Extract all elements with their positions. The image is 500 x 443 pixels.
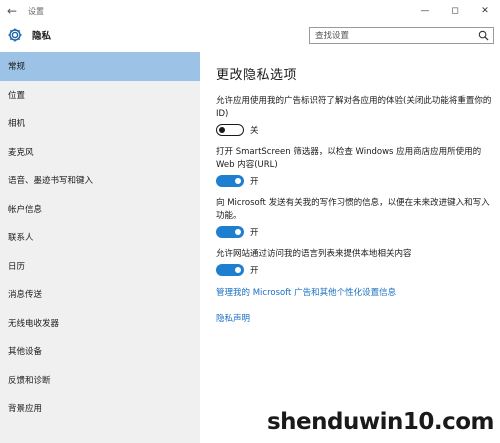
smartscreen-toggle[interactable]	[216, 175, 244, 187]
gear-icon	[6, 26, 24, 44]
manage-ads-link[interactable]: 管理我的 Microsoft 广告和其他个性化设置信息	[216, 286, 496, 298]
setting-description: 允许网站通过访问我的语言列表来提供本地相关内容	[216, 249, 412, 259]
privacy-statement-link[interactable]: 隐私声明	[216, 312, 496, 324]
sidebar-item-calendar[interactable]: 日历	[0, 252, 200, 281]
sidebar: 常规 位置 相机 麦克风 语音、墨迹书写和键入 帐户信息 联系人 日历 消息传送…	[0, 52, 200, 443]
sidebar-item-messaging[interactable]: 消息传送	[0, 280, 200, 309]
language-list-toggle[interactable]	[216, 264, 244, 276]
search-icon[interactable]	[478, 30, 489, 41]
sidebar-item-general[interactable]: 常规	[0, 52, 200, 81]
toggle-row: 开	[216, 264, 496, 276]
back-arrow-icon[interactable]: ←	[0, 0, 24, 22]
toggle-row: 开	[216, 226, 496, 238]
search-input[interactable]	[315, 30, 475, 41]
toggle-row: 开	[216, 175, 496, 187]
toggle-state-label: 关	[250, 126, 259, 136]
toggle-state-label: 开	[250, 228, 259, 238]
setting-description: 允许应用使用我的广告标识符了解对各应用的体验(关闭此功能将重置你的 ID)	[216, 96, 492, 119]
writing-info-toggle[interactable]	[216, 226, 244, 238]
sidebar-item-background-apps[interactable]: 背景应用	[0, 394, 200, 423]
search-box[interactable]	[309, 27, 494, 44]
sidebar-item-speech-inking-typing[interactable]: 语音、墨迹书写和键入	[0, 166, 200, 195]
maximize-icon[interactable]: ◻	[440, 0, 470, 22]
watermark: shenduwin10.com	[266, 409, 495, 435]
app-title: 设置	[28, 6, 44, 16]
toggle-knob	[219, 127, 225, 133]
toggle-knob	[235, 229, 241, 235]
setting-description: 向 Microsoft 发送有关我的写作习惯的信息，以便在未来改进键入和写入功能…	[216, 198, 490, 221]
sidebar-item-other-devices[interactable]: 其他设备	[0, 337, 200, 366]
sidebar-item-contacts[interactable]: 联系人	[0, 223, 200, 252]
toggle-row: 关	[216, 124, 496, 136]
title-bar: ← 设置 — ◻ ✕	[0, 0, 500, 22]
sidebar-item-microphone[interactable]: 麦克风	[0, 138, 200, 167]
toggle-knob	[235, 267, 241, 273]
advertising-id-toggle[interactable]	[216, 124, 244, 136]
minimize-icon[interactable]: —	[410, 0, 440, 22]
main-content: 更改隐私选项 允许应用使用我的广告标识符了解对各应用的体验(关闭此功能将重置你的…	[216, 64, 496, 324]
setting-smartscreen: 打开 SmartScreen 筛选器，以检查 Windows 应用商店应用所使用…	[216, 146, 496, 187]
page-title: 更改隐私选项	[216, 68, 298, 83]
setting-writing-info: 向 Microsoft 发送有关我的写作习惯的信息，以便在未来改进键入和写入功能…	[216, 197, 496, 238]
page-header: 隐私	[0, 22, 500, 48]
sidebar-item-account-info[interactable]: 帐户信息	[0, 195, 200, 224]
sidebar-item-feedback-diagnostics[interactable]: 反馈和诊断	[0, 366, 200, 395]
close-icon[interactable]: ✕	[470, 0, 500, 22]
sidebar-item-radios[interactable]: 无线电收发器	[0, 309, 200, 338]
section-title: 隐私	[32, 31, 52, 42]
setting-advertising-id: 允许应用使用我的广告标识符了解对各应用的体验(关闭此功能将重置你的 ID) 关	[216, 95, 496, 136]
toggle-state-label: 开	[250, 177, 259, 187]
sidebar-item-location[interactable]: 位置	[0, 81, 200, 110]
sidebar-item-camera[interactable]: 相机	[0, 109, 200, 138]
setting-language-list: 允许网站通过访问我的语言列表来提供本地相关内容 开	[216, 248, 496, 276]
window-controls: — ◻ ✕	[410, 0, 500, 22]
toggle-state-label: 开	[250, 266, 259, 276]
toggle-knob	[235, 178, 241, 184]
setting-description: 打开 SmartScreen 筛选器，以检查 Windows 应用商店应用所使用…	[216, 147, 482, 170]
